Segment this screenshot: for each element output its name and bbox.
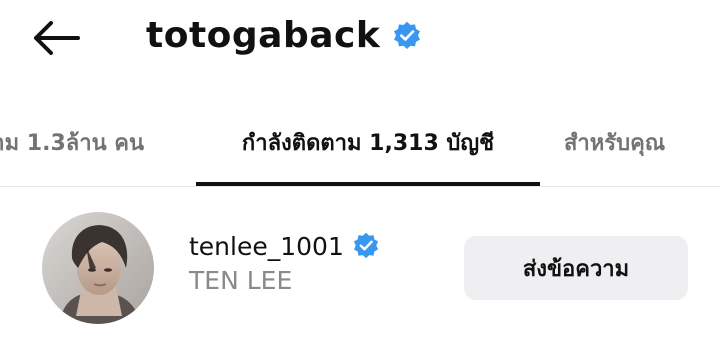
verified-badge-icon — [394, 21, 421, 50]
message-button[interactable]: ส่งข้อความ — [464, 236, 688, 300]
list-item[interactable]: tenlee_1001 TEN LEE ส่งข้อความ — [0, 198, 720, 338]
active-tab-indicator — [196, 182, 540, 186]
tab-followers[interactable]: ตาม 1.3ล้าน คน — [0, 98, 144, 186]
back-button[interactable] — [28, 14, 84, 62]
tabs-divider — [0, 186, 720, 187]
verified-badge-icon — [353, 232, 378, 259]
profile-title: totogaback — [146, 12, 422, 60]
user-info: tenlee_1001 TEN LEE — [189, 228, 380, 295]
full-name: TEN LEE — [189, 266, 293, 295]
top-bar: totogaback — [0, 0, 720, 80]
username[interactable]: tenlee_1001 — [189, 232, 344, 261]
avatar-image — [42, 212, 154, 324]
avatar[interactable] — [42, 212, 154, 324]
arrow-left-icon — [34, 21, 80, 55]
profile-username: totogaback — [146, 15, 381, 56]
tab-for-you[interactable]: สำหรับคุณ — [564, 98, 665, 186]
tab-following[interactable]: กำลังติดตาม 1,313 บัญชี — [196, 98, 540, 186]
follow-tabs: ตาม 1.3ล้าน คน กำลังติดตาม 1,313 บัญชี ส… — [0, 98, 720, 188]
username-line: tenlee_1001 — [189, 228, 380, 264]
